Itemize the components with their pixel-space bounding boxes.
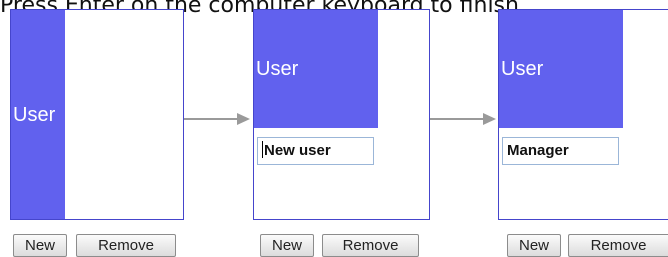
canvas-panel-step-2[interactable]: User New user	[253, 9, 430, 220]
canvas-panel-step-1[interactable]: User	[10, 9, 184, 220]
remove-button[interactable]: Remove	[322, 234, 419, 257]
user-block[interactable]: User	[11, 10, 65, 219]
text-caret	[262, 141, 263, 158]
block-name-value: Manager	[507, 142, 569, 159]
remove-button[interactable]: Remove	[76, 234, 176, 257]
remove-button[interactable]: Remove	[568, 234, 668, 257]
new-button[interactable]: New	[507, 234, 561, 257]
block-name-value: New user	[264, 142, 331, 159]
block-name-input[interactable]: Manager	[502, 137, 619, 165]
user-block[interactable]: User	[254, 10, 378, 128]
new-button[interactable]: New	[260, 234, 314, 257]
canvas-panel-step-3[interactable]: User Manager	[498, 9, 668, 220]
block-name-input[interactable]: New user	[257, 137, 374, 165]
user-block-label: User	[13, 104, 56, 126]
new-button[interactable]: New	[13, 234, 67, 257]
arrow-icon	[184, 113, 250, 125]
user-block-label: User	[256, 57, 299, 80]
arrow-icon	[430, 113, 496, 125]
user-block-label: User	[501, 57, 544, 80]
user-block[interactable]: User	[499, 10, 623, 128]
